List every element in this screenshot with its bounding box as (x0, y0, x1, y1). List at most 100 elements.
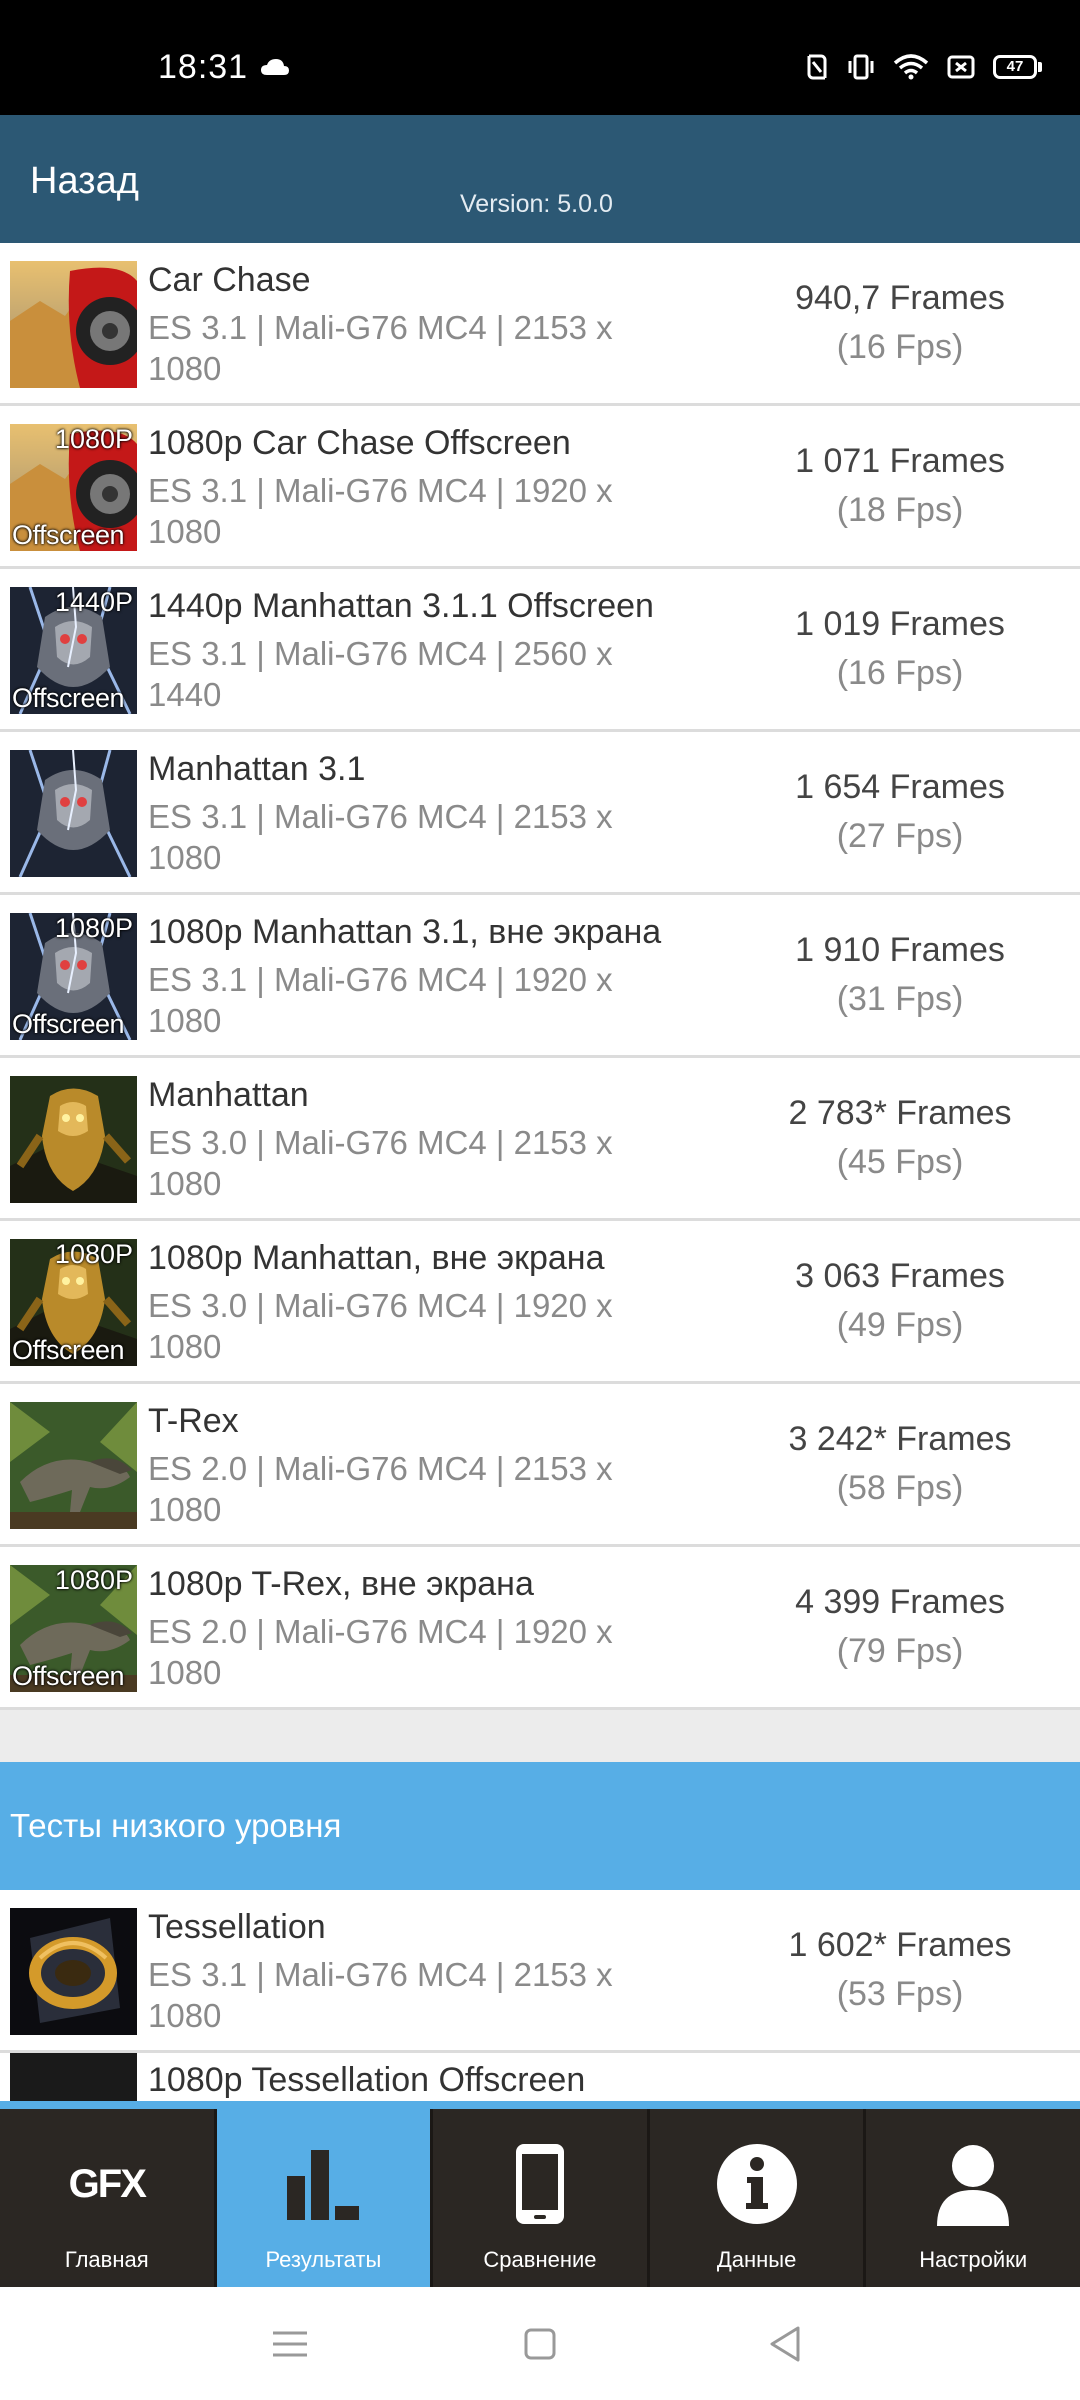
home-square-icon[interactable] (515, 2319, 565, 2369)
test-config: ES 3.0 | Mali-G76 MC4 | 2153 x 1080 (148, 1124, 613, 1202)
test-config: ES 3.1 | Mali-G76 MC4 | 1920 x 1080 (148, 472, 613, 550)
result-row[interactable]: 1080P Offscreen 1080p Manhattan 3.1, вне э… (0, 895, 1080, 1058)
app-header: Назад Version: 5.0.0 (0, 115, 1080, 243)
version-label: Version: 5.0.0 (460, 190, 613, 218)
battery-tip (1038, 62, 1042, 72)
frames-value: 3 063 Frames (795, 1257, 1005, 1295)
section-spacer (0, 1710, 1080, 1762)
result-row[interactable]: Tessellation ES 3.1 | Mali-G76 MC4 | 2153… (0, 1890, 1080, 2053)
test-title: 1080p Car Chase Offscreen (148, 424, 571, 462)
test-title: 1080p Manhattan, вне экрана (148, 1239, 605, 1277)
cloud-icon (261, 59, 289, 75)
resolution-badge: 1080P (54, 424, 133, 454)
nav-settings[interactable]: Настройки (866, 2109, 1080, 2287)
fps-value: (16 Fps) (836, 328, 964, 366)
nav-label: Сравнение (483, 2247, 597, 2272)
result-row[interactable]: 1080P Offscreen 1080p T-Rex, вне экрана ES … (0, 1547, 1080, 1710)
test-config: ES 2.0 | Mali-G76 MC4 | 2153 x 1080 (148, 1450, 613, 1528)
status-bar: 18:31 47 (0, 0, 1080, 115)
frames-value: 1 602* Frames (788, 1926, 1012, 1964)
result-row[interactable]: Car Chase ES 3.1 | Mali-G76 MC4 | 2153 x … (0, 243, 1080, 406)
test-thumbnail: 1080P Offscreen (10, 1565, 137, 1692)
phone-icon (495, 2139, 585, 2229)
high-level-results: Car Chase ES 3.1 | Mali-G76 MC4 | 2153 x … (0, 243, 1080, 1710)
test-title: Car Chase (148, 261, 311, 299)
back-triangle-icon[interactable] (760, 2319, 810, 2369)
result-row[interactable]: 1080P Offscreen 1080p Manhattan, вне экран… (0, 1221, 1080, 1384)
battery-indicator: 47 (993, 55, 1042, 79)
system-navigation-bar (0, 2287, 1080, 2400)
resolution-badge: 1080P (54, 1239, 133, 1269)
sim-icon (947, 55, 975, 79)
nav-label: Результаты (265, 2247, 382, 2272)
fps-value: (53 Fps) (836, 1975, 964, 2013)
test-thumbnail (10, 1076, 137, 1203)
test-config: ES 3.1 | Mali-G76 MC4 | 2153 x 1080 (148, 1956, 613, 2034)
section-header-low-level: Тесты низкого уровня (0, 1762, 1080, 1890)
offscreen-badge: Offscreen (12, 1009, 125, 1039)
test-thumbnail (10, 261, 137, 388)
result-row[interactable]: 1440P Offscreen 1440p Manhattan 3.1.1 Offs… (0, 569, 1080, 732)
nav-label: Главная (64, 2247, 149, 2272)
bar-chart-icon (278, 2139, 368, 2229)
test-thumbnail: 1080P Offscreen (10, 424, 137, 551)
fps-value: (16 Fps) (836, 654, 964, 692)
results-list[interactable]: Car Chase ES 3.1 | Mali-G76 MC4 | 2153 x … (0, 243, 1080, 2101)
test-title: 1080p Manhattan 3.1, вне экрана (148, 913, 662, 951)
test-config: ES 3.1 | Mali-G76 MC4 | 2153 x 1080 (148, 309, 613, 387)
test-config: ES 3.1 | Mali-G76 MC4 | 2560 x 1440 (148, 635, 613, 713)
test-title: 1440p Manhattan 3.1.1 Offscreen (148, 587, 654, 625)
test-thumbnail: 1080P Offscreen (10, 913, 137, 1040)
test-thumbnail: 1440P Offscreen (10, 587, 137, 714)
result-row[interactable]: Manhattan ES 3.0 | Mali-G76 MC4 | 2153 x … (0, 1058, 1080, 1221)
frames-value: 1 071 Frames (795, 442, 1005, 480)
resolution-badge: 1440P (54, 587, 133, 617)
menu-icon[interactable] (265, 2319, 315, 2369)
test-title: Manhattan 3.1 (148, 750, 366, 788)
nav-data[interactable]: Данные (650, 2109, 867, 2287)
gfx-logo-icon: GFX (68, 2161, 147, 2206)
test-config: ES 3.1 | Mali-G76 MC4 | 1920 x 1080 (148, 961, 613, 1039)
test-title: T-Rex (148, 1402, 239, 1440)
frames-value: 1 654 Frames (795, 768, 1005, 806)
offscreen-badge: Offscreen (12, 1661, 125, 1691)
nav-label: Данные (716, 2247, 797, 2272)
info-icon (712, 2139, 802, 2229)
low-level-results: Tessellation ES 3.1 | Mali-G76 MC4 | 2153… (0, 1890, 1080, 2053)
result-row-partial[interactable]: 1080p Tessellation Offscreen (0, 2053, 1080, 2101)
fps-value: (49 Fps) (836, 1306, 964, 1344)
result-row[interactable]: 1080P Offscreen 1080p Car Chase Offscreen E… (0, 406, 1080, 569)
user-icon (928, 2139, 1018, 2229)
test-thumbnail (10, 1402, 137, 1529)
test-config: ES 3.0 | Mali-G76 MC4 | 1920 x 1080 (148, 1287, 613, 1365)
result-row[interactable]: T-Rex ES 2.0 | Mali-G76 MC4 | 2153 x 1080… (0, 1384, 1080, 1547)
test-title: 1080p Tessellation Offscreen (148, 2061, 586, 2099)
battery-level: 47 (993, 55, 1037, 79)
resolution-badge: 1080P (54, 913, 133, 943)
fps-value: (31 Fps) (836, 980, 964, 1018)
frames-value: 3 242* Frames (788, 1420, 1012, 1458)
frames-value: 940,7 Frames (795, 279, 1005, 317)
result-row[interactable]: Manhattan 3.1 ES 3.1 | Mali-G76 MC4 | 215… (0, 732, 1080, 895)
nav-results[interactable]: Результаты (216, 2109, 434, 2287)
back-button[interactable]: Назад (30, 160, 139, 203)
fps-value: (18 Fps) (836, 491, 964, 529)
frames-value: 4 399 Frames (795, 1583, 1005, 1621)
bottom-navigation: GFX Главная Результаты Сравнение Данные … (0, 2101, 1080, 2287)
test-config: ES 3.1 | Mali-G76 MC4 | 2153 x 1080 (148, 798, 613, 876)
test-thumbnail (10, 2053, 137, 2101)
frames-value: 1 910 Frames (795, 931, 1005, 969)
nfc-icon (807, 54, 827, 80)
fps-value: (45 Fps) (836, 1143, 964, 1181)
test-config: ES 2.0 | Mali-G76 MC4 | 1920 x 1080 (148, 1613, 613, 1691)
nav-compare[interactable]: Сравнение (433, 2109, 650, 2287)
nav-home[interactable]: GFX Главная (0, 2109, 217, 2287)
frames-value: 2 783* Frames (788, 1094, 1012, 1132)
nav-label: Настройки (919, 2247, 1028, 2272)
test-thumbnail: 1080P Offscreen (10, 1239, 137, 1366)
test-thumbnail (10, 1908, 137, 2035)
wifi-icon (893, 54, 929, 80)
offscreen-badge: Offscreen (12, 683, 125, 713)
vibrate-icon (848, 54, 874, 80)
test-title: Tessellation (148, 1908, 326, 1946)
